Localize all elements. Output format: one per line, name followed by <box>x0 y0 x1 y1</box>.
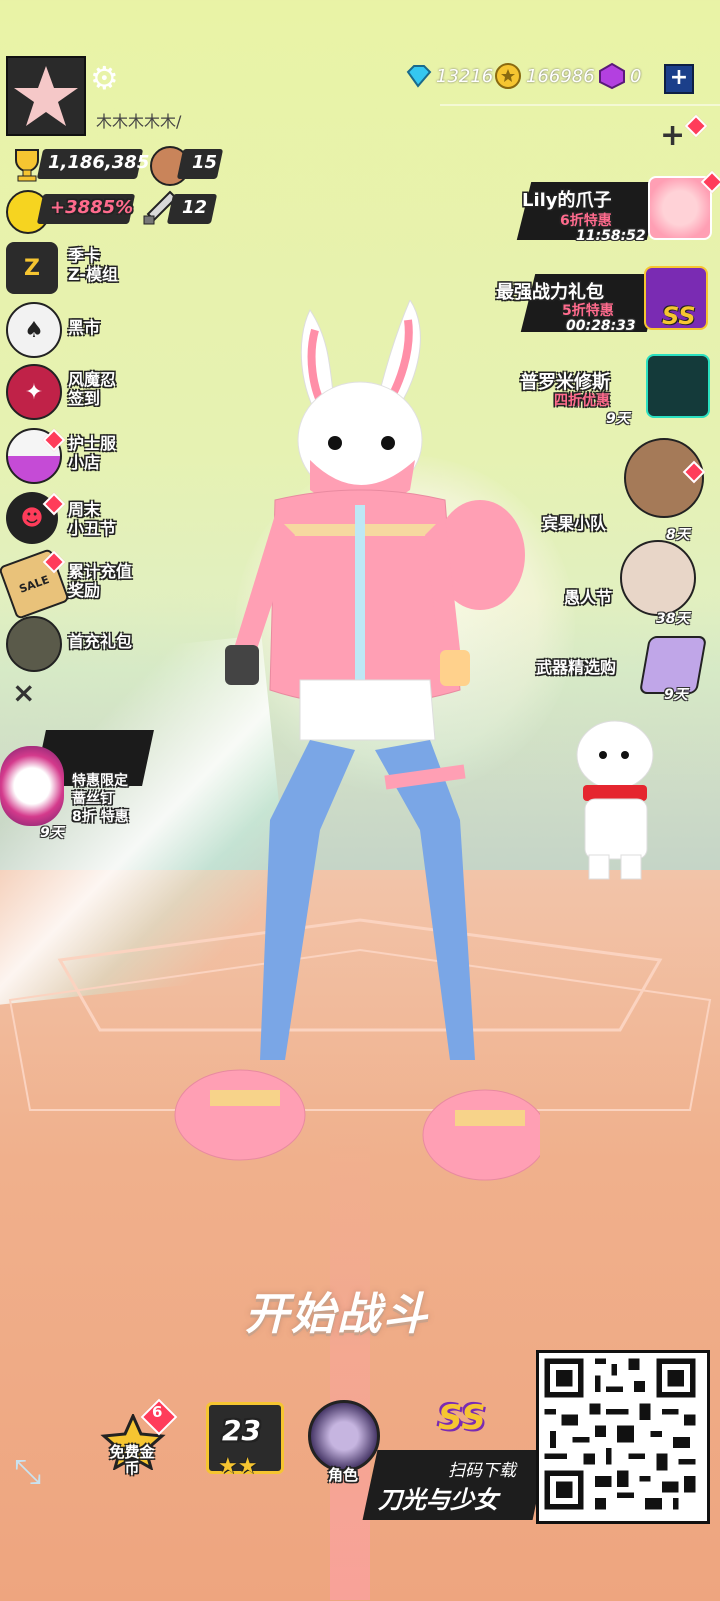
expand-icon[interactable]: ⤡ <box>14 1452 41 1492</box>
free-coins-badge: 6 <box>152 1403 163 1421</box>
menu-season-card[interactable]: Z 季卡 Z-模组 <box>6 242 216 298</box>
menu-first-recharge[interactable]: 首充礼包 <box>6 616 216 672</box>
offer-lily-sub: 6折特惠 <box>560 213 612 229</box>
offer-april-timer: 38天 <box>656 611 690 627</box>
offer-power-sub: 5折特惠 <box>562 303 614 319</box>
menu-weekend-clown[interactable]: ☻ 周末 小丑节 <box>6 492 216 548</box>
character-button[interactable]: 角色 <box>304 1400 380 1484</box>
free-coins-label: 免费金币 <box>109 1443 155 1477</box>
weapon-level: 12 <box>182 197 208 218</box>
ss-event-badge[interactable]: SS <box>438 1398 486 1438</box>
coin-currency[interactable]: 166986 <box>494 62 595 90</box>
menu-recharge-line1: 累计充值 <box>68 562 133 581</box>
character-label: 角色 <box>328 1466 359 1484</box>
game-title-text: 刀光与少女 <box>378 1486 498 1514</box>
offer-power-timer: 00:28:33 <box>566 318 636 334</box>
helmet-icon <box>646 354 710 418</box>
menu-ninja-line1: 风魔忍 <box>68 370 117 389</box>
menu-ninja-line2: 签到 <box>68 389 101 408</box>
bunny-girl-icon <box>620 540 696 616</box>
menu-black-market-label: 黑市 <box>68 318 101 337</box>
gift-pouch-icon <box>6 616 62 672</box>
diamond-icon <box>406 65 432 88</box>
scan-download-text: 扫码下载 <box>448 1461 516 1481</box>
coin-count: 166986 <box>526 65 595 87</box>
offer-prometheus-sub: 四折优惠 <box>554 393 610 409</box>
menu-nurse-line1: 护士服 <box>68 434 117 453</box>
start-battle-button[interactable]: 开始战斗 <box>245 1278 429 1342</box>
purple-gem-icon <box>599 62 625 90</box>
character-model[interactable] <box>160 300 540 1200</box>
menu-nurse-shop[interactable]: 护士服 小店 <box>6 428 216 484</box>
offer-bingo-squad[interactable]: 宾果小队 8天 <box>540 438 720 543</box>
offer-weapon-title: 武器精选购 <box>536 658 617 677</box>
trophy-count: 1,186,385 <box>48 152 150 173</box>
menu-ninja-signin[interactable]: ✦ 风魔忍 签到 <box>6 364 216 420</box>
close-icon[interactable]: × <box>12 676 35 709</box>
paw-icon <box>648 176 712 240</box>
offer-april-fools[interactable]: 愚人节 38天 <box>560 540 720 630</box>
spade-icon: ♠ <box>6 302 62 358</box>
level-button[interactable]: 23 ★★ <box>204 1400 284 1484</box>
offer-bingo-title: 宾果小队 <box>542 514 607 533</box>
menu-recharge-line2: 奖励 <box>68 581 101 600</box>
offer-weapon-select[interactable]: 武器精选购 9天 <box>534 636 720 706</box>
diamond-currency[interactable]: 13216 <box>404 62 493 90</box>
qr-code <box>536 1350 710 1524</box>
bonus-percent: +3885% <box>50 197 134 218</box>
menu-clown-line1: 周末 <box>68 500 101 519</box>
player-avatar[interactable] <box>6 56 86 136</box>
level-stars-icon: ★★ <box>218 1454 258 1479</box>
qr-code-icon <box>539 1353 701 1515</box>
ss-badge: SS <box>662 302 696 330</box>
ninja-icon: ✦ <box>6 364 62 420</box>
character-helmet-icon <box>308 1400 380 1472</box>
offer-april-title: 愚人节 <box>564 588 613 607</box>
menu-first-recharge-label: 首充礼包 <box>68 632 133 651</box>
player-name: 木木木木木/ <box>96 112 182 131</box>
promo-line3: 8折 特惠 <box>72 809 129 825</box>
menu-recharge-reward[interactable]: SALE 累计充值 奖励 <box>0 548 216 620</box>
menu-season-card-line1: 季卡 <box>68 246 101 265</box>
top-divider <box>440 104 720 106</box>
star-icon <box>14 66 78 126</box>
add-currency-button[interactable]: + <box>664 64 694 94</box>
pet-companion[interactable] <box>555 715 695 885</box>
offer-lily-title: Lily的爪子 <box>522 190 612 211</box>
offer-lily-timer: 11:58:52 <box>576 228 646 244</box>
purple-currency[interactable]: 0 <box>598 62 641 90</box>
bear-level: 15 <box>192 152 218 173</box>
offer-lily-claw[interactable]: Lily的爪子 6折特惠 11:58:52 <box>516 170 720 248</box>
promo-rose-thorn[interactable]: 特惠限定 蔷丝钉 8折 特惠 9天 <box>0 728 160 843</box>
menu-season-card-line2: Z-模组 <box>68 265 118 284</box>
notification-dot <box>684 114 708 138</box>
coin-icon <box>495 63 521 89</box>
offer-prometheus[interactable]: 普罗米修斯 四折优惠 9天 <box>518 354 720 428</box>
promo-line2: 蔷丝钉 <box>72 791 114 807</box>
promo-days: 9天 <box>40 825 64 841</box>
offer-prometheus-timer: 9天 <box>606 411 630 427</box>
offer-weapon-timer: 9天 <box>664 687 688 703</box>
settings-gear-icon[interactable]: ⚙ <box>90 62 119 94</box>
menu-black-market[interactable]: ♠ 黑市 <box>6 302 216 358</box>
add-friend-icon[interactable]: + <box>660 118 685 153</box>
level-number: 23 <box>222 1414 261 1447</box>
menu-nurse-line2: 小店 <box>68 453 101 472</box>
menu-clown-line2: 小丑节 <box>68 519 117 538</box>
promo-line1: 特惠限定 <box>72 773 128 789</box>
diamond-count: 13216 <box>436 65 494 87</box>
offer-power-pack[interactable]: 最强战力礼包 5折特惠 00:28:33 SS <box>494 266 720 338</box>
rose-mask-icon <box>0 746 64 826</box>
purple-count: 0 <box>630 65 642 87</box>
z-card-icon: Z <box>6 242 58 294</box>
free-coins-button[interactable]: 6 免费金币 <box>96 1398 178 1484</box>
